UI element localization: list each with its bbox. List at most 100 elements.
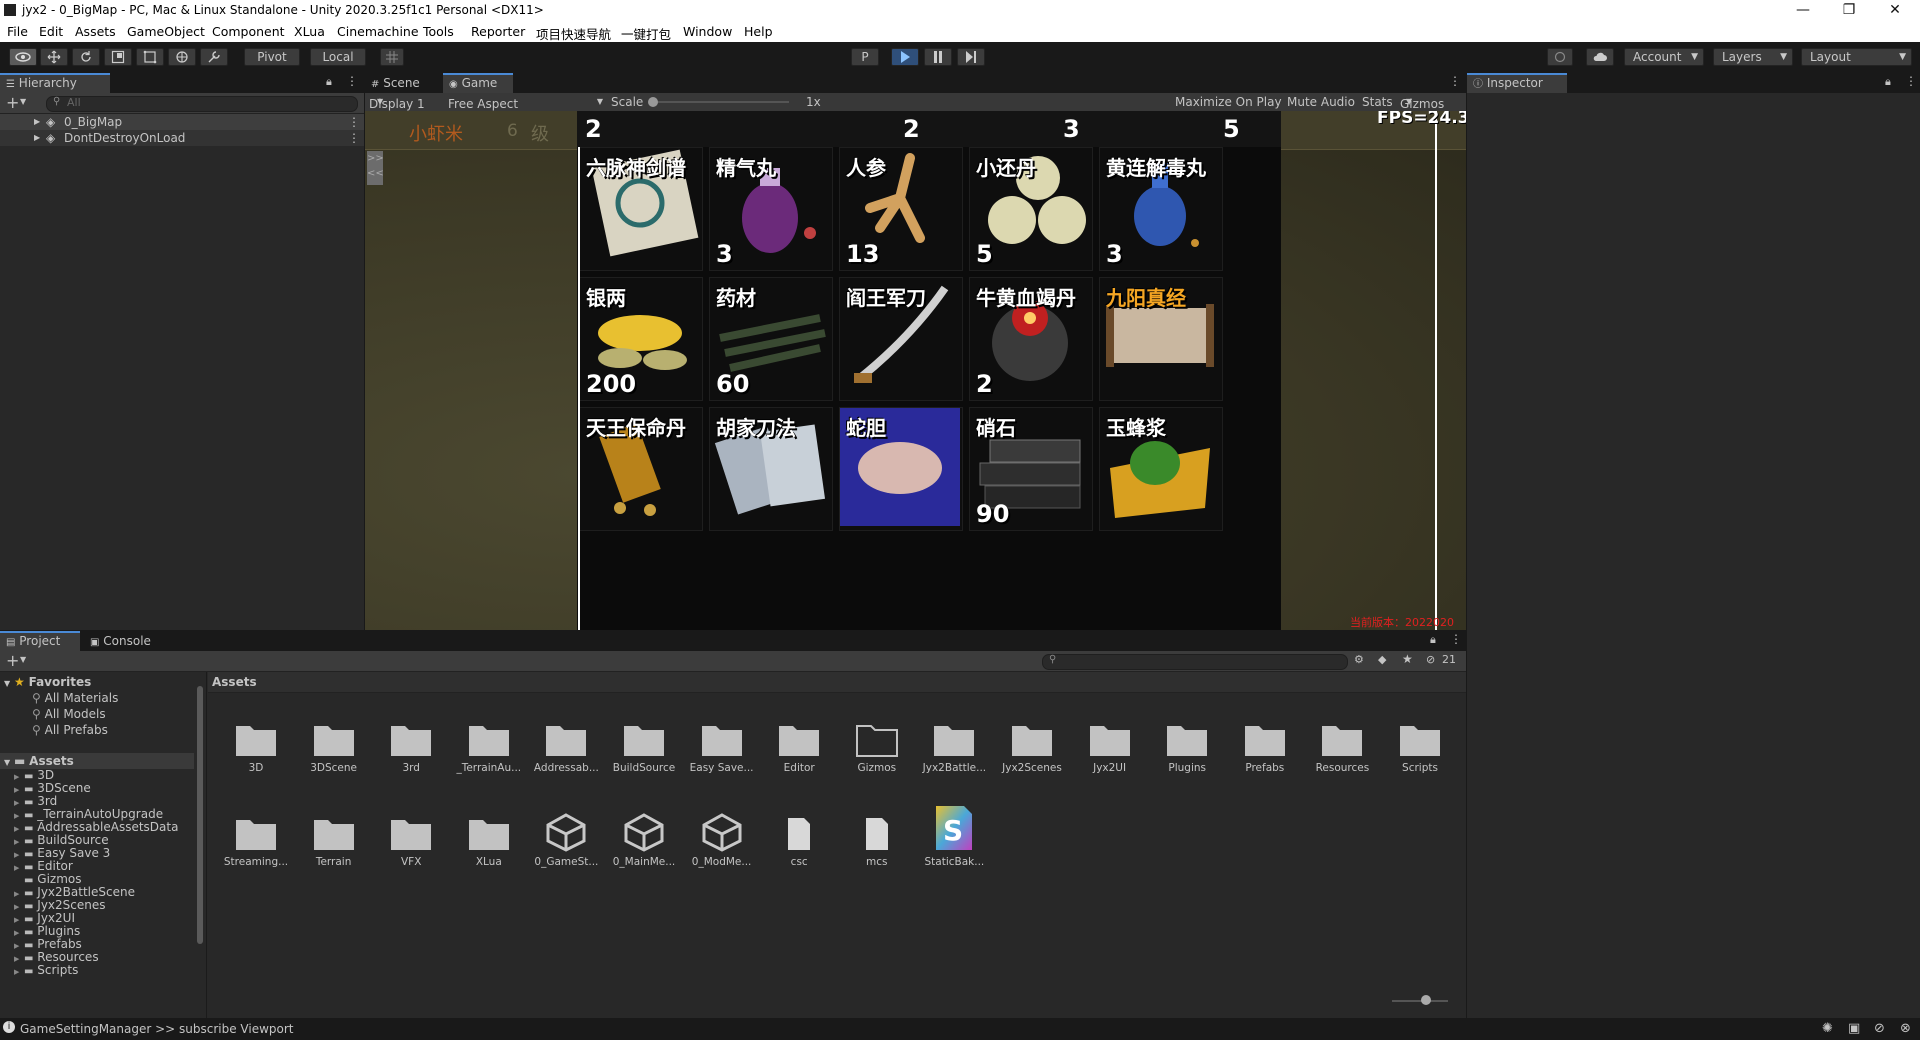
hierarchy-search-input[interactable]: ⚲ All — [46, 96, 358, 112]
progress-icon[interactable]: ⊗ — [1900, 1021, 1911, 1036]
asset-item[interactable]: 0_ModMe... — [686, 802, 758, 868]
hierarchy-row-scene[interactable]: ▶ ◈ 0_BigMap ⋮ — [0, 114, 364, 130]
search-by-type-icon[interactable]: ⚙ — [1354, 653, 1364, 666]
scale-slider-handle[interactable] — [648, 97, 658, 107]
inventory-item[interactable]: 人参 13 — [839, 147, 963, 271]
favorites-header[interactable]: ▼ ★ Favorites — [4, 674, 91, 690]
asset-item[interactable]: Jyx2Scenes — [996, 708, 1068, 774]
services-button[interactable] — [1547, 48, 1573, 66]
tab-console[interactable]: ▣ Console — [84, 631, 164, 651]
asset-item[interactable]: Streaming... — [220, 802, 292, 868]
asset-item[interactable]: Plugins — [1151, 708, 1223, 774]
pause-button[interactable] — [924, 48, 952, 66]
side-expand-button[interactable]: >> << — [367, 151, 384, 185]
inventory-item[interactable]: 阎王军刀 — [839, 277, 963, 401]
asset-item[interactable]: 0_MainMe... — [608, 802, 680, 868]
asset-item[interactable]: Scripts — [1384, 708, 1456, 774]
menu-project-nav[interactable]: 项目快速导航 — [536, 24, 611, 43]
inventory-item[interactable]: 小还丹 5 — [969, 147, 1093, 271]
add-icon[interactable]: + — [6, 93, 19, 112]
asset-item[interactable]: Gizmos — [841, 708, 913, 774]
asset-item[interactable]: BuildSource — [608, 708, 680, 774]
game-render-view[interactable]: 小虾米 6 级 >> << 2 2 3 5 六脉神剑谱 精气丸 3 人参 13 小还丹 5 黄连… — [365, 111, 1466, 630]
auto-generate-icon[interactable]: ⊘ — [1874, 1021, 1885, 1036]
asset-item[interactable]: Prefabs — [1229, 708, 1301, 774]
search-by-label-icon[interactable]: ◆ — [1378, 653, 1386, 666]
asset-item[interactable]: S StaticBak... — [918, 802, 990, 868]
row-menu-icon[interactable]: ⋮ — [348, 130, 360, 146]
asset-item[interactable]: csc — [763, 802, 835, 868]
account-dropdown[interactable]: Account ▼ — [1624, 48, 1704, 66]
inventory-item[interactable]: 六脉神剑谱 — [579, 147, 703, 271]
lock-icon[interactable]: 🔒︎ — [1430, 633, 1436, 647]
step-button[interactable] — [957, 48, 985, 66]
move-tool-button[interactable] — [40, 48, 68, 66]
sidebar-scrollbar[interactable] — [197, 686, 203, 944]
inventory-item[interactable]: 药材 60 — [709, 277, 833, 401]
inventory-item[interactable]: 精气丸 3 — [709, 147, 833, 271]
asset-item[interactable]: 0_GameSt... — [530, 802, 602, 868]
inventory-item[interactable]: 硝石 90 — [969, 407, 1093, 531]
asset-item[interactable]: XLua — [453, 802, 525, 868]
tab-game[interactable]: ◉ Game — [443, 73, 513, 93]
inventory-item[interactable]: 胡家刀法 — [709, 407, 833, 531]
inventory-item[interactable]: 玉蜂浆 — [1099, 407, 1223, 531]
maximize-button[interactable]: ❐ — [1826, 0, 1872, 22]
menu-reporter[interactable]: Reporter — [471, 24, 525, 39]
cloud-button[interactable] — [1586, 48, 1614, 66]
scale-slider-track[interactable] — [649, 101, 789, 103]
scroll-indicator[interactable] — [1435, 111, 1437, 630]
inventory-item[interactable]: 九阳真经 — [1099, 277, 1223, 401]
inventory-item[interactable]: 牛黄血竭丹 2 — [969, 277, 1093, 401]
row-menu-icon[interactable]: ⋮ — [348, 114, 360, 130]
menu-component[interactable]: Component — [212, 24, 285, 39]
asset-item[interactable]: Easy Save... — [686, 708, 758, 774]
add-icon[interactable]: + — [6, 651, 19, 670]
favorite-item[interactable]: ⚲ All Models — [32, 706, 106, 722]
favorite-star-icon[interactable]: ★ — [1402, 652, 1413, 666]
maximize-on-play-toggle[interactable]: Maximize On Play — [1175, 95, 1282, 109]
chevron-down-icon[interactable]: ▼ — [20, 655, 26, 664]
menu-tools[interactable]: Tools — [423, 24, 454, 39]
local-toggle-button[interactable]: Local — [310, 48, 366, 66]
menu-window[interactable]: Window — [683, 24, 732, 39]
asset-item[interactable]: Jyx2UI — [1074, 708, 1146, 774]
asset-item[interactable]: Jyx2Battle... — [918, 708, 990, 774]
tab-project[interactable]: ▤ Project — [0, 631, 80, 651]
asset-item[interactable]: Editor — [763, 708, 835, 774]
inventory-item[interactable]: 蛇胆 — [839, 407, 963, 531]
play-button[interactable] — [891, 48, 919, 66]
debug-icon[interactable]: ✺ — [1822, 1021, 1833, 1036]
mute-audio-toggle[interactable]: Mute Audio — [1287, 95, 1355, 109]
panel-menu-icon[interactable]: ⋮ — [1449, 74, 1461, 88]
asset-item[interactable]: _TerrainAu... — [453, 708, 525, 774]
graphics-jobs-icon[interactable]: ▣ — [1848, 1021, 1860, 1036]
menu-xlua[interactable]: XLua — [294, 24, 325, 39]
project-search-input[interactable]: ⚲ — [1042, 654, 1348, 670]
favorite-item[interactable]: ⚲ All Materials — [32, 690, 118, 706]
rect-tool-button[interactable] — [136, 48, 164, 66]
grid-snap-button[interactable] — [380, 48, 404, 66]
menu-gameobject[interactable]: GameObject — [127, 24, 205, 39]
lock-icon[interactable]: 🔒︎ — [326, 75, 332, 89]
asset-item[interactable]: 3rd — [375, 708, 447, 774]
hierarchy-row-dontdestroy[interactable]: ▶ ◈ DontDestroyOnLoad ⋮ — [0, 130, 364, 146]
layout-dropdown[interactable]: Layout ▼ — [1801, 48, 1912, 66]
minimize-button[interactable]: — — [1780, 0, 1826, 22]
asset-item[interactable]: 3D — [220, 708, 292, 774]
expand-arrow-icon[interactable]: ▶ — [34, 130, 40, 146]
breadcrumb-assets[interactable]: Assets — [212, 675, 257, 689]
asset-item[interactable]: Resources — [1306, 708, 1378, 774]
asset-item[interactable]: mcs — [841, 802, 913, 868]
assets-root-row[interactable]: ▼ ▬ Assets — [0, 753, 194, 769]
status-message[interactable]: GameSettingManager >> subscribe Viewport — [20, 1022, 294, 1036]
scale-tool-button[interactable] — [104, 48, 132, 66]
inventory-item[interactable]: 黄连解毒丸 3 — [1099, 147, 1223, 271]
rotate-tool-button[interactable] — [72, 48, 100, 66]
tab-scene[interactable]: # Scene — [365, 73, 441, 93]
custom-tool-button[interactable] — [200, 48, 228, 66]
asset-item[interactable]: 3DScene — [298, 708, 370, 774]
chevron-down-icon[interactable]: ▼ — [20, 97, 26, 106]
tab-hierarchy[interactable]: ☰ Hierarchy — [0, 73, 110, 93]
view-tool-button[interactable] — [9, 48, 37, 66]
